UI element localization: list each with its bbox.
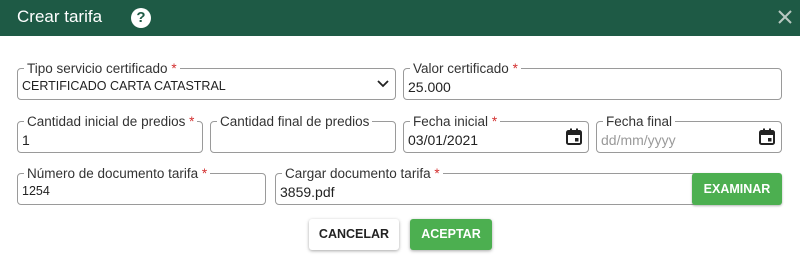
valor-certificado-value: 25.000 xyxy=(408,79,451,95)
dialog-header: Crear tarifa ? xyxy=(0,0,800,36)
cantidad-inicial-value: 1 xyxy=(22,132,30,148)
examinar-button[interactable]: EXAMINAR xyxy=(692,173,782,205)
cargar-documento-label: Cargar documento tarifa * xyxy=(282,166,443,181)
fecha-final-placeholder: dd/mm/yyyy xyxy=(601,132,676,148)
fecha-inicial-label: Fecha inicial * xyxy=(410,114,501,129)
chevron-down-icon xyxy=(377,80,389,88)
tipo-servicio-value: CERTIFICADO CARTA CATASTRAL xyxy=(22,79,226,93)
valor-certificado-label: Valor certificado * xyxy=(410,61,521,76)
cantidad-final-input[interactable]: Cantidad final de predios xyxy=(210,114,396,153)
tipo-servicio-label: Tipo servicio certificado * xyxy=(24,61,180,76)
numero-documento-value: 1254 xyxy=(22,184,50,198)
tipo-servicio-select[interactable]: Tipo servicio certificado * CERTIFICADO … xyxy=(17,61,396,100)
crear-tarifa-dialog: Crear tarifa ? Tipo servicio certificado… xyxy=(0,0,800,265)
numero-documento-input[interactable]: Número de documento tarifa * 1254 xyxy=(17,166,266,205)
cantidad-inicial-input[interactable]: Cantidad inicial de predios * 1 xyxy=(17,114,203,153)
fecha-inicial-input[interactable]: Fecha inicial * 03/01/2021 xyxy=(403,114,589,153)
cantidad-inicial-label: Cantidad inicial de predios * xyxy=(24,114,198,129)
cargar-documento-input[interactable]: Cargar documento tarifa * 3859.pdf xyxy=(275,166,697,205)
dialog-title: Crear tarifa xyxy=(17,7,103,26)
valor-certificado-input[interactable]: Valor certificado * 25.000 xyxy=(403,61,782,100)
cargar-documento-value: 3859.pdf xyxy=(280,184,335,200)
close-icon[interactable] xyxy=(774,6,796,28)
calendar-icon[interactable] xyxy=(759,128,775,145)
fecha-inicial-value: 03/01/2021 xyxy=(408,132,479,148)
accept-button[interactable]: ACEPTAR xyxy=(410,219,492,250)
cantidad-final-label: Cantidad final de predios xyxy=(217,114,373,129)
cancel-button[interactable]: CANCELAR xyxy=(309,219,399,250)
numero-documento-label: Número de documento tarifa * xyxy=(24,166,211,181)
calendar-icon[interactable] xyxy=(566,128,582,145)
question-circle-icon[interactable]: ? xyxy=(131,8,151,28)
fecha-final-label: Fecha final xyxy=(603,114,676,129)
fecha-final-input[interactable]: Fecha final dd/mm/yyyy xyxy=(596,114,782,153)
